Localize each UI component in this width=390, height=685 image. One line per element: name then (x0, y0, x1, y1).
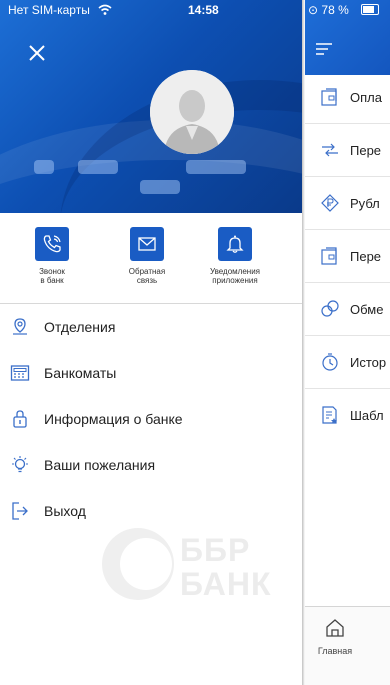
main-header: ⊙ 78 % (305, 0, 390, 75)
blurred-name (34, 160, 54, 174)
main-item-payments[interactable]: Опла (305, 71, 390, 124)
close-icon[interactable] (26, 42, 48, 64)
main-item-history[interactable]: Истор (305, 336, 390, 389)
main-item-templates[interactable]: Шабл (305, 389, 390, 441)
atm-icon (10, 363, 30, 383)
main-item-label: Шабл (350, 407, 384, 423)
call-bank-button[interactable]: Звонок в банк (12, 227, 92, 285)
main-item-exchange[interactable]: Обме (305, 283, 390, 336)
time: 14:58 (188, 3, 219, 17)
carrier-status: Нет SIM-карты (8, 3, 90, 17)
menu-item-label: Банкоматы (44, 365, 117, 381)
call-bank-label: Звонок в банк (39, 267, 65, 285)
menu-item-atms[interactable]: Банкоматы (0, 350, 302, 396)
tab-home-label: Главная (317, 646, 353, 656)
feedback-label: Обратная связь (128, 267, 166, 285)
bell-icon (218, 227, 252, 261)
main-item-label: Опла (350, 89, 382, 105)
main-item-label: Пере (350, 248, 382, 264)
notifications-label: Уведомления приложения (209, 267, 261, 285)
template-icon (320, 405, 340, 425)
home-icon (326, 619, 344, 637)
battery-status: ⊙ 78 % (308, 0, 349, 20)
ruble-diamond-icon (320, 193, 340, 213)
feedback-button[interactable]: Обратная связь (107, 227, 187, 285)
quick-actions: Звонок в банк Обратная связь Уведомления… (0, 213, 302, 304)
battery-icon (361, 4, 379, 15)
main-item-ruble[interactable]: Рубл (305, 177, 390, 230)
main-item-label: Пере (350, 142, 382, 158)
tab-bar: Главная (305, 606, 390, 685)
lightbulb-icon (10, 455, 30, 475)
alarm-icon: ⊙ (308, 3, 319, 17)
history-icon (320, 352, 340, 372)
menu-item-label: Ваши пожелания (44, 457, 156, 473)
envelope-icon (130, 227, 164, 261)
avatar[interactable] (150, 70, 234, 154)
lock-info-icon (10, 409, 30, 429)
menu-item-label: Отделения (44, 319, 116, 335)
exchange-icon (320, 299, 340, 319)
battery-percent: 78 % (321, 3, 349, 17)
main-item-transfer-card[interactable]: Пере (305, 230, 390, 283)
main-item-label: Рубл (350, 195, 380, 211)
menu-item-wishes[interactable]: Ваши пожелания (0, 442, 302, 488)
location-pin-icon (10, 317, 30, 337)
main-screen-peek[interactable]: ⊙ 78 % Опла Пере Рубл Пере Обме Истор Ша… (305, 0, 390, 685)
menu-item-label: Выход (44, 503, 86, 519)
blurred-name (78, 160, 118, 174)
wallet-transfer-icon (320, 246, 340, 266)
bank-logo-watermark: ББР БАНК (102, 528, 292, 608)
notifications-button[interactable]: Уведомления приложения (195, 227, 275, 285)
wifi-icon (98, 0, 112, 20)
exit-icon (10, 501, 30, 521)
menu-item-branches[interactable]: Отделения (0, 304, 302, 350)
wallet-icon (320, 87, 340, 107)
transfer-arrows-icon (320, 140, 340, 160)
phone-icon (35, 227, 69, 261)
main-item-label: Истор (350, 354, 387, 370)
main-item-transfers[interactable]: Пере (305, 124, 390, 177)
profile-header: Нет SIM-карты 14:58 (0, 0, 302, 213)
hamburger-icon[interactable] (315, 42, 333, 61)
blurred-name (186, 160, 246, 174)
blurred-name (140, 180, 180, 194)
main-item-label: Обме (350, 301, 384, 317)
tab-home[interactable]: Главная (315, 617, 355, 656)
menu-item-label: Информация о банке (44, 411, 183, 427)
menu-item-bank-info[interactable]: Информация о банке (0, 396, 302, 442)
side-menu: Нет SIM-карты 14:58 Звонок в банк Обратн… (0, 0, 302, 685)
